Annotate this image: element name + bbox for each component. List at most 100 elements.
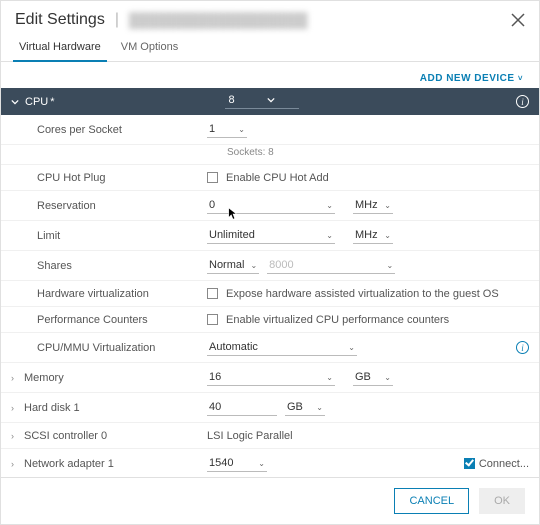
reservation-unit-value: MHz (355, 199, 378, 211)
cpu-header-label: CPU (25, 96, 48, 108)
cpu-mmu-row: CPU/MMU Virtualization Automatic ⌄ i (1, 333, 539, 363)
hard-disk-unit-value: GB (287, 401, 310, 413)
scsi-controller-value: LSI Logic Parallel (207, 430, 293, 442)
network-adapter-label: Network adapter 1 (24, 458, 114, 470)
expose-hw-virtualization-label: Expose hardware assisted virtualization … (226, 288, 499, 300)
expand-icon[interactable]: › (11, 403, 14, 413)
memory-unit-select[interactable]: GB ⌄ (353, 369, 393, 386)
performance-counters-row: Performance Counters Enable virtualized … (1, 307, 539, 333)
memory-row: › Memory 16 ⌄ GB ⌄ (1, 363, 539, 393)
cores-per-socket-select[interactable]: 1 ⌄ (207, 121, 247, 138)
chevron-down-icon: ⌄ (384, 373, 391, 382)
memory-value: 16 (209, 371, 320, 383)
enable-perf-counters-checkbox[interactable] (207, 314, 218, 325)
cores-per-socket-label: Cores per Socket (11, 124, 207, 136)
network-adapter-select[interactable]: 1540 ⌄ (207, 455, 267, 472)
chevron-down-icon: ⌄ (250, 261, 257, 270)
scsi-controller-row: › SCSI controller 0 LSI Logic Parallel (1, 423, 539, 449)
cores-per-socket-value: 1 (209, 123, 232, 135)
chevron-down-icon: ⌄ (384, 201, 391, 210)
hardware-virtualization-row: Hardware virtualization Expose hardware … (1, 281, 539, 307)
add-new-device-link[interactable]: ADD NEW DEVICE ˅ (420, 73, 523, 84)
limit-unit-select[interactable]: MHz ⌄ (353, 227, 393, 244)
cpu-count-select[interactable]: 8 (225, 94, 299, 109)
shares-value-select[interactable]: 8000 ⌄ (267, 257, 395, 274)
cpu-mmu-select[interactable]: Automatic ⌄ (207, 339, 357, 356)
expose-hw-virtualization-checkbox[interactable] (207, 288, 218, 299)
chevron-down-icon: ⌄ (326, 231, 333, 240)
hard-disk-size-value: 40 (209, 401, 275, 413)
enable-perf-counters-label: Enable virtualized CPU performance count… (226, 314, 449, 326)
hard-disk-label: Hard disk 1 (24, 402, 80, 414)
hardware-virtualization-label: Hardware virtualization (11, 288, 207, 300)
dialog-title: Edit Settings (15, 11, 105, 29)
info-icon[interactable]: i (516, 341, 529, 354)
limit-label: Limit (11, 230, 207, 242)
enable-cpu-hot-add-checkbox[interactable] (207, 172, 218, 183)
chevron-down-icon (11, 98, 19, 106)
reservation-label: Reservation (11, 200, 207, 212)
expand-icon[interactable]: › (11, 459, 14, 469)
tab-virtual-hardware[interactable]: Virtual Hardware (9, 35, 111, 61)
chevron-down-icon: ⌄ (384, 231, 391, 240)
chevron-down-icon: ⌄ (326, 201, 333, 210)
reservation-unit-select[interactable]: MHz ⌄ (353, 197, 393, 214)
cores-per-socket-row: Cores per Socket 1 ⌄ (1, 115, 539, 145)
shares-level-value: Normal (209, 259, 244, 271)
reservation-value: 0 (209, 199, 320, 211)
cpu-mmu-value: Automatic (209, 341, 342, 353)
network-adapter-row: › Network adapter 1 1540 ⌄ Connect... (1, 449, 539, 477)
hard-disk-row: › Hard disk 1 40 GB ⌄ (1, 393, 539, 423)
sockets-hint: Sockets: 8 (1, 145, 539, 165)
tab-bar: Virtual Hardware VM Options (1, 35, 539, 62)
reservation-select[interactable]: 0 ⌄ (207, 197, 335, 214)
memory-unit-value: GB (355, 371, 378, 383)
ok-button[interactable]: OK (479, 488, 525, 514)
chevron-down-icon: ⌄ (326, 373, 333, 382)
nic-connect-checkbox[interactable] (464, 458, 475, 469)
tab-vm-options[interactable]: VM Options (111, 35, 188, 61)
expand-icon[interactable]: › (11, 431, 14, 441)
chevron-down-icon: ⌄ (258, 459, 265, 468)
performance-counters-label: Performance Counters (11, 314, 207, 326)
hard-disk-size-input[interactable]: 40 (207, 399, 277, 416)
dialog-footer: CANCEL OK (1, 477, 539, 524)
cpu-count-value: 8 (229, 94, 257, 106)
hard-disk-unit-select[interactable]: GB ⌄ (285, 399, 325, 416)
chevron-down-icon: ⌄ (238, 125, 245, 134)
settings-scroll-area[interactable]: ADD NEW DEVICE ˅ CPU * 8 i Cores per Soc… (1, 62, 539, 477)
chevron-down-icon: ⌄ (348, 343, 355, 352)
title-separator: | (115, 11, 119, 29)
chevron-down-icon: ⌄ (316, 403, 323, 412)
shares-label: Shares (11, 260, 207, 272)
limit-row: Limit Unlimited ⌄ MHz ⌄ (1, 221, 539, 251)
titlebar: Edit Settings | ██████████████████ (1, 1, 539, 35)
shares-level-select[interactable]: Normal ⌄ (207, 257, 259, 274)
network-adapter-value: 1540 (209, 457, 252, 469)
info-icon[interactable]: i (516, 95, 529, 108)
cpu-hot-plug-row: CPU Hot Plug Enable CPU Hot Add (1, 165, 539, 191)
cpu-section-header[interactable]: CPU * 8 i (1, 88, 539, 115)
required-star-icon: * (50, 96, 54, 108)
nic-connect-label: Connect... (479, 458, 529, 470)
expand-icon[interactable]: › (11, 373, 14, 383)
chevron-down-icon: ⌄ (386, 261, 393, 270)
memory-label: Memory (24, 372, 64, 384)
scsi-controller-label: SCSI controller 0 (24, 430, 107, 442)
cancel-button[interactable]: CANCEL (394, 488, 469, 514)
shares-numeric-value: 8000 (269, 259, 380, 271)
edit-settings-dialog: Edit Settings | ██████████████████ Virtu… (0, 0, 540, 525)
limit-value: Unlimited (209, 229, 320, 241)
shares-row: Shares Normal ⌄ 8000 ⌄ (1, 251, 539, 281)
memory-value-select[interactable]: 16 ⌄ (207, 369, 335, 386)
limit-unit-value: MHz (355, 229, 378, 241)
limit-select[interactable]: Unlimited ⌄ (207, 227, 335, 244)
add-device-row: ADD NEW DEVICE ˅ (1, 62, 539, 88)
chevron-down-icon (267, 96, 295, 104)
reservation-row: Reservation 0 ⌄ MHz ⌄ (1, 191, 539, 221)
dialog-subtitle: ██████████████████ (129, 12, 308, 28)
cpu-hot-plug-label: CPU Hot Plug (11, 172, 207, 184)
chevron-down-icon: ˅ (518, 74, 523, 83)
enable-cpu-hot-add-label: Enable CPU Hot Add (226, 172, 329, 184)
close-icon[interactable] (511, 13, 525, 27)
